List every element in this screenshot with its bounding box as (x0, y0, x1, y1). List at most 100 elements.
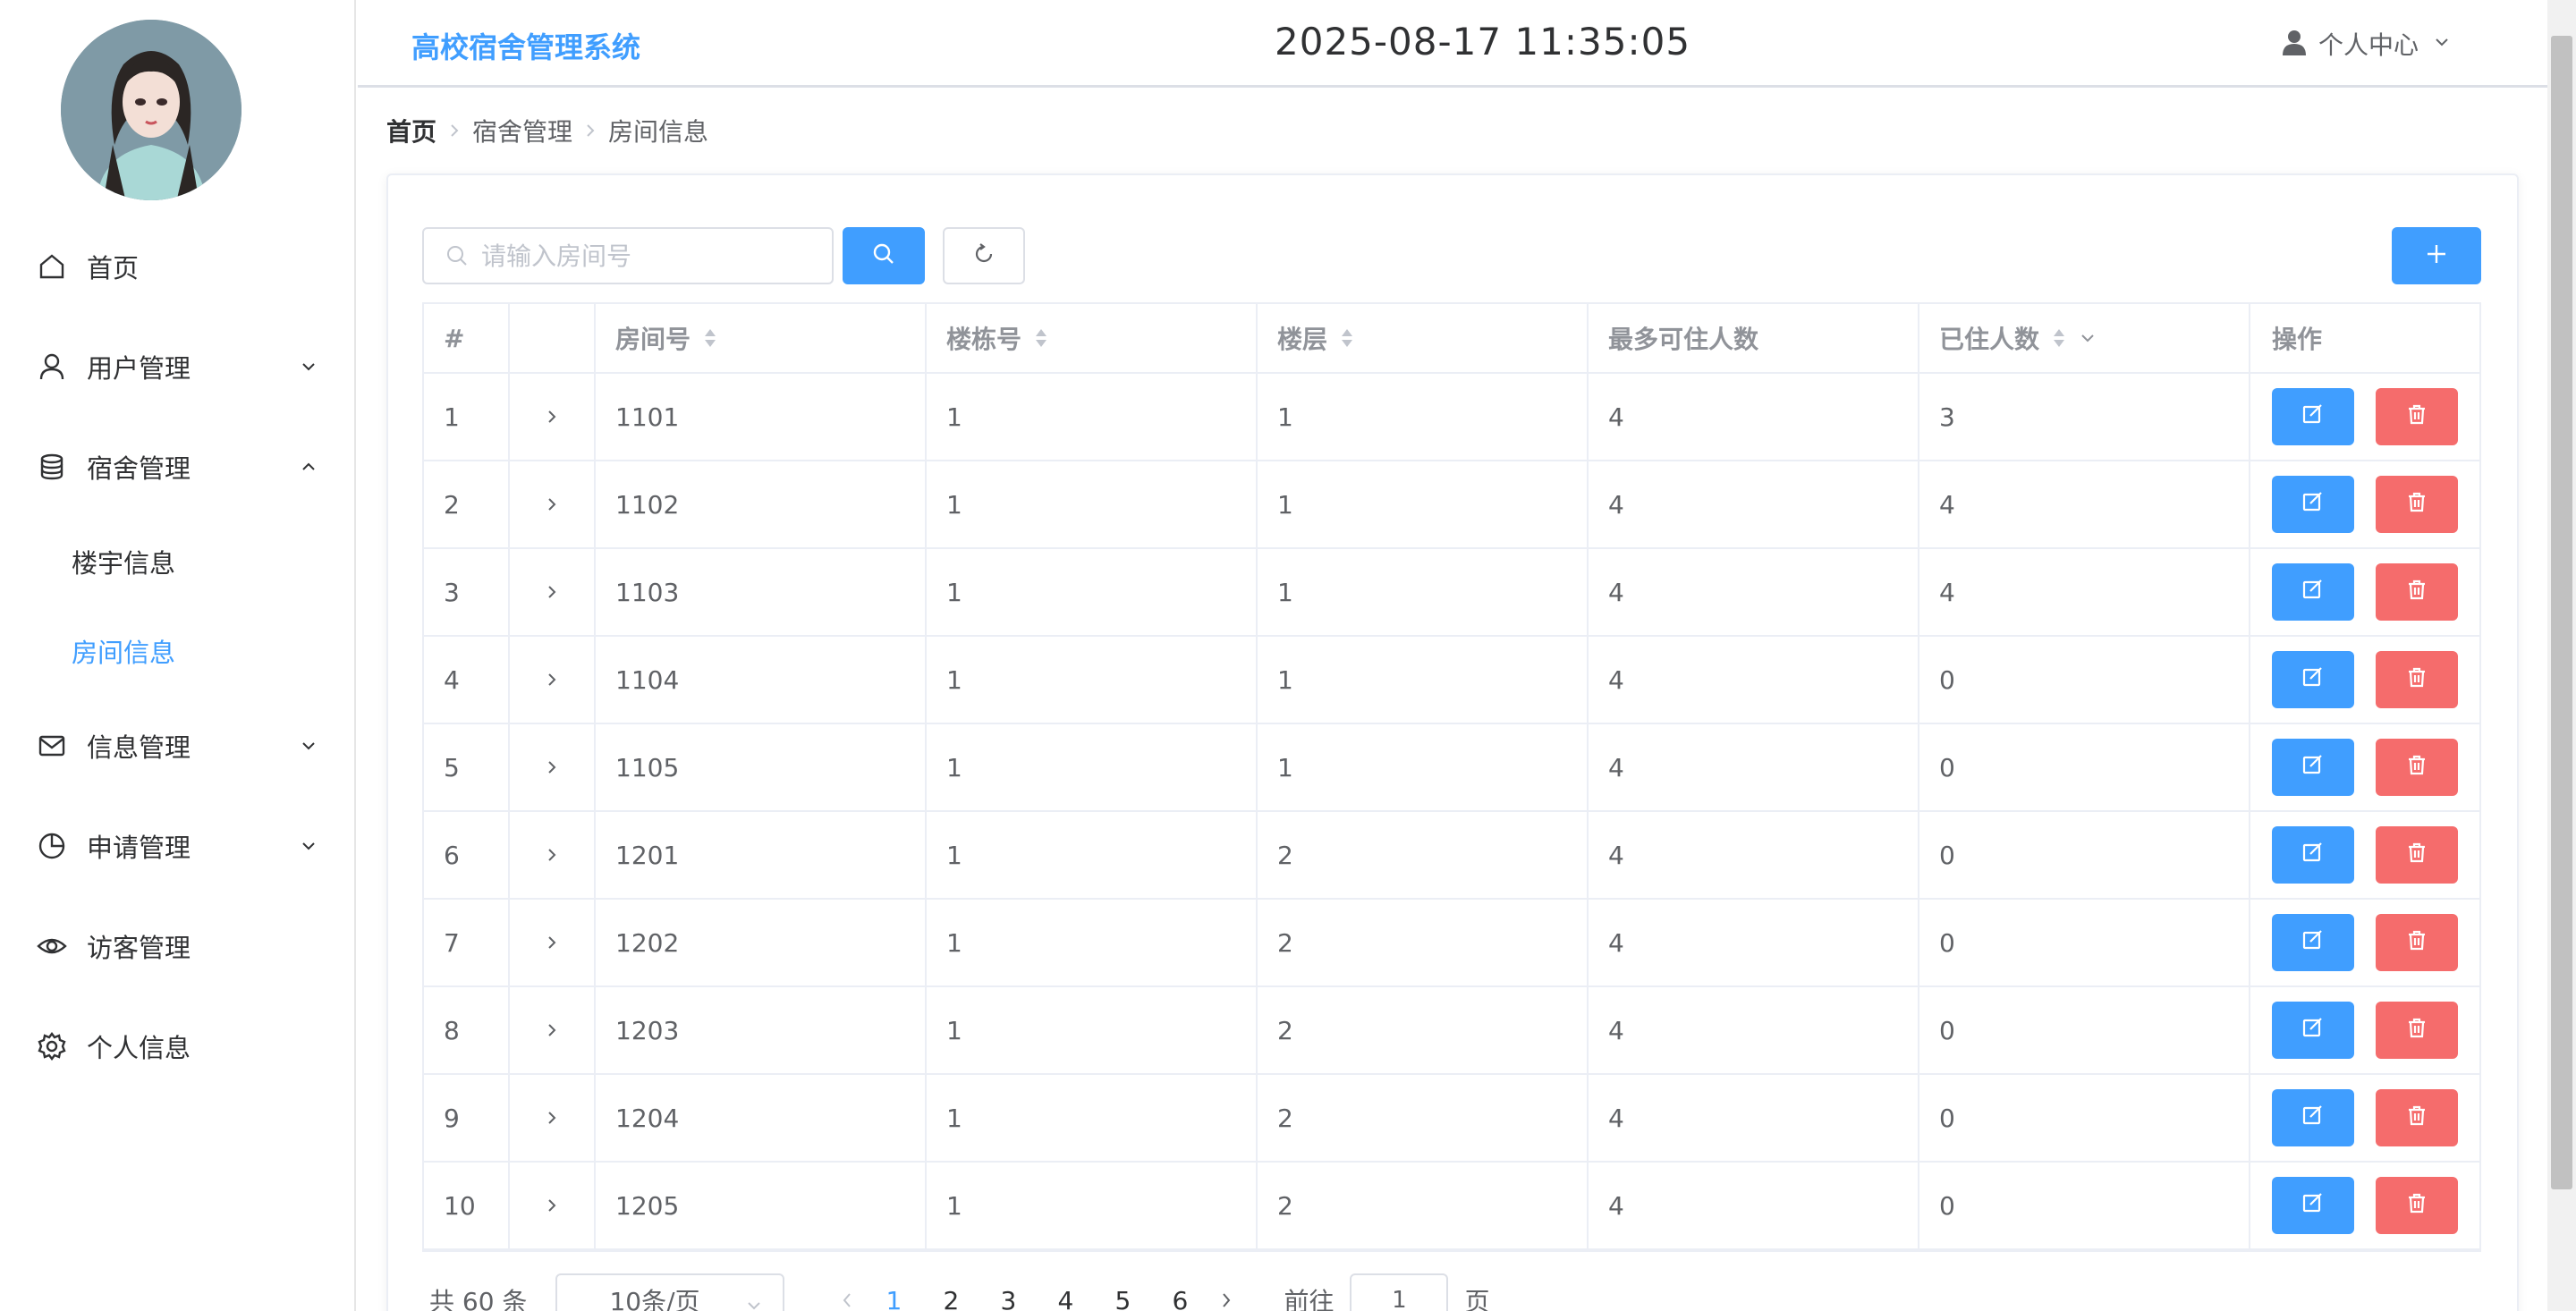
cell-text: 0 (1939, 752, 1955, 782)
cell-text: 2 (1277, 840, 1293, 870)
edit-button[interactable] (2272, 826, 2354, 884)
delete-button[interactable] (2376, 826, 2458, 884)
sidebar-item-profile[interactable]: 个人信息 (0, 1002, 356, 1091)
page-number[interactable]: 4 (1037, 1286, 1094, 1311)
sort-icon[interactable] (2052, 327, 2066, 349)
page-scrollbar[interactable] (2547, 0, 2576, 1311)
edit-icon (2301, 1191, 2325, 1221)
room-search-input[interactable] (481, 241, 821, 271)
page-size-select[interactable]: 10条/页 (555, 1273, 785, 1311)
cell-building: 1 (927, 812, 1258, 898)
breadcrumb-home[interactable]: 首页 (386, 113, 436, 148)
sort-icon[interactable] (1340, 327, 1354, 349)
chevron-right-icon (545, 402, 559, 432)
delete-button[interactable] (2376, 739, 2458, 796)
cell-room: 1201 (596, 812, 927, 898)
reset-button[interactable] (943, 227, 1025, 284)
sidebar-item-dorm[interactable]: 宿舍管理 (0, 422, 356, 512)
sidebar-item-home[interactable]: 首页 (0, 222, 356, 311)
column-header-current[interactable]: 已住人数 (1919, 304, 2250, 372)
delete-button[interactable] (2376, 1089, 2458, 1146)
sidebar-subitem-buildings[interactable]: 楼宇信息 (0, 519, 356, 605)
sort-icon[interactable] (1034, 327, 1048, 349)
column-header-building[interactable]: 楼栋号 (927, 304, 1258, 372)
prev-page-button[interactable] (829, 1291, 865, 1309)
scrollbar-thumb[interactable] (2551, 36, 2572, 1189)
edit-button[interactable] (2272, 651, 2354, 708)
row-expand-toggle[interactable] (510, 987, 596, 1073)
sidebar-item-applications[interactable]: 申请管理 (0, 801, 356, 891)
row-expand-toggle[interactable] (510, 1163, 596, 1248)
row-expand-toggle[interactable] (510, 724, 596, 810)
row-expand-toggle[interactable] (510, 374, 596, 460)
delete-button[interactable] (2376, 563, 2458, 621)
cell-text: 4 (1608, 752, 1624, 782)
cell-text: 1202 (615, 927, 680, 958)
sidebar-item-info[interactable]: 信息管理 (0, 701, 356, 791)
cell-text: 0 (1939, 1190, 1955, 1221)
cell-room: 1102 (596, 461, 927, 547)
room-search-field[interactable] (422, 227, 834, 284)
add-room-button[interactable] (2392, 227, 2481, 284)
delete-button[interactable] (2376, 914, 2458, 971)
edit-button[interactable] (2272, 914, 2354, 971)
delete-button[interactable] (2376, 476, 2458, 533)
eye-icon (36, 930, 68, 962)
cell-current: 3 (1919, 374, 2250, 460)
edit-button[interactable] (2272, 476, 2354, 533)
column-header-floor[interactable]: 楼层 (1258, 304, 1589, 372)
edit-button[interactable] (2272, 563, 2354, 621)
avatar[interactable] (61, 20, 242, 200)
delete-button[interactable] (2376, 1002, 2458, 1059)
edit-button[interactable] (2272, 1089, 2354, 1146)
plus-icon (2424, 241, 2449, 270)
cell-text: 4 (1608, 840, 1624, 870)
edit-button[interactable] (2272, 1177, 2354, 1234)
cell-text: 9 (444, 1103, 460, 1133)
trash-icon (2405, 490, 2428, 520)
breadcrumb-rooms: 房间信息 (608, 117, 709, 147)
edit-button[interactable] (2272, 1002, 2354, 1059)
chevron-down-icon (745, 1291, 763, 1311)
sidebar-item-users[interactable]: 用户管理 (0, 322, 356, 411)
goto-page-input[interactable]: 1 (1350, 1273, 1449, 1311)
chevron-right-icon (545, 490, 559, 520)
row-expand-toggle[interactable] (510, 637, 596, 723)
table-header-row: # 房间号 楼栋号 楼层 最多可住人数 已住人数 操作 (424, 304, 2479, 374)
page-number[interactable]: 6 (1151, 1286, 1208, 1311)
column-header-room[interactable]: 房间号 (596, 304, 927, 372)
next-page-button[interactable] (1208, 1291, 1244, 1309)
search-button[interactable] (843, 227, 925, 284)
cell-text: 1103 (615, 577, 680, 607)
edit-button[interactable] (2272, 739, 2354, 796)
delete-button[interactable] (2376, 651, 2458, 708)
page-number[interactable]: 5 (1094, 1286, 1151, 1311)
user-center-dropdown[interactable]: 个人中心 (2281, 23, 2451, 64)
row-expand-toggle[interactable] (510, 1075, 596, 1161)
cell-text: 1 (946, 1015, 962, 1045)
delete-button[interactable] (2376, 388, 2458, 445)
cell-current: 0 (1919, 637, 2250, 723)
sort-icon[interactable] (703, 327, 717, 349)
sidebar-item-visitors[interactable]: 访客管理 (0, 901, 356, 991)
cell-current: 0 (1919, 724, 2250, 810)
cell-text: 2 (1277, 1015, 1293, 1045)
sidebar-subitem-rooms[interactable]: 房间信息 (0, 608, 356, 694)
edit-icon (2301, 665, 2325, 695)
page-number[interactable]: 3 (979, 1286, 1037, 1311)
delete-button[interactable] (2376, 1177, 2458, 1234)
filter-dropdown-icon[interactable] (2079, 329, 2097, 347)
row-expand-toggle[interactable] (510, 812, 596, 898)
home-icon (36, 250, 68, 283)
cell-text: 4 (1608, 1190, 1624, 1221)
row-expand-toggle[interactable] (510, 549, 596, 635)
cell-room: 1104 (596, 637, 927, 723)
page-number[interactable]: 1 (865, 1286, 922, 1311)
row-expand-toggle[interactable] (510, 461, 596, 547)
cell-current: 4 (1919, 461, 2250, 547)
row-expand-toggle[interactable] (510, 900, 596, 985)
cell-floor: 1 (1258, 374, 1589, 460)
page-number[interactable]: 2 (922, 1286, 979, 1311)
cell-room: 1105 (596, 724, 927, 810)
edit-button[interactable] (2272, 388, 2354, 445)
